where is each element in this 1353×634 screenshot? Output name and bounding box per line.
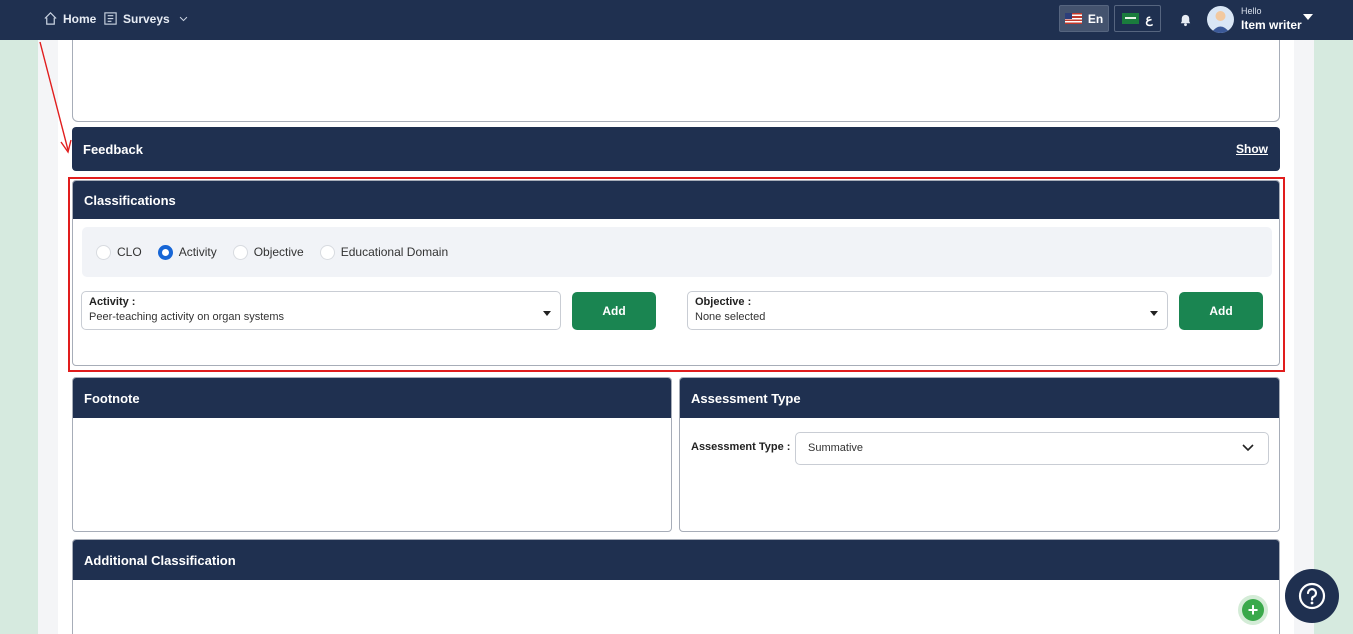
user-menu-caret-icon[interactable] [1303,14,1313,20]
home-icon [44,12,57,25]
feedback-panel-header: Feedback Show [72,127,1280,171]
user-avatar-icon [1211,11,1230,33]
user-greeting: Hello [1241,6,1262,16]
lang-en-label: En [1087,11,1104,26]
nav-surveys-label: Surveys [123,11,170,26]
footnote-title: Footnote [84,390,140,406]
feedback-title: Feedback [83,141,143,157]
lang-ar-label: ع [1145,11,1153,26]
chevron-down-icon [179,16,188,22]
nav-home-label: Home [63,11,97,26]
additional-classification-title: Additional Classification [84,552,236,568]
assessment-type-title: Assessment Type [691,390,801,406]
annotation-arrow-icon [39,41,72,154]
avatar[interactable] [1207,6,1234,33]
feedback-show-link[interactable]: Show [1236,142,1268,156]
footnote-header: Footnote [73,378,671,418]
bell-icon[interactable] [1178,12,1193,27]
assessment-type-value: Summative [808,442,864,454]
nav-home[interactable]: Home [43,11,96,26]
classifications-highlight-outline [68,177,1285,372]
user-name: Item writer [1241,18,1302,32]
additional-classification-header: Additional Classification [73,540,1279,580]
add-classification-button[interactable]: + [1238,595,1268,625]
language-english-button[interactable]: En [1059,5,1109,32]
assessment-type-select[interactable]: Summative [795,432,1269,465]
plus-icon: + [1242,599,1264,621]
top-navbar: Home Surveys En ع Hello Item writer [0,0,1353,40]
additional-classification-panel: Additional Classification [72,539,1280,634]
help-icon [1298,582,1326,610]
help-button[interactable] [1285,569,1339,623]
survey-icon [104,12,117,25]
chevron-down-icon [1242,444,1254,452]
nav-surveys[interactable]: Surveys [103,11,189,26]
assessment-type-panel: Assessment Type Assessment Type : Summat… [679,377,1280,532]
assessment-type-label: Assessment Type : [691,441,791,453]
language-arabic-button[interactable]: ع [1114,5,1161,32]
us-flag-icon [1064,13,1082,24]
footnote-panel: Footnote [72,377,672,532]
assessment-type-header: Assessment Type [680,378,1279,418]
question-text-area[interactable] [72,40,1280,122]
sa-flag-icon [1122,13,1140,24]
